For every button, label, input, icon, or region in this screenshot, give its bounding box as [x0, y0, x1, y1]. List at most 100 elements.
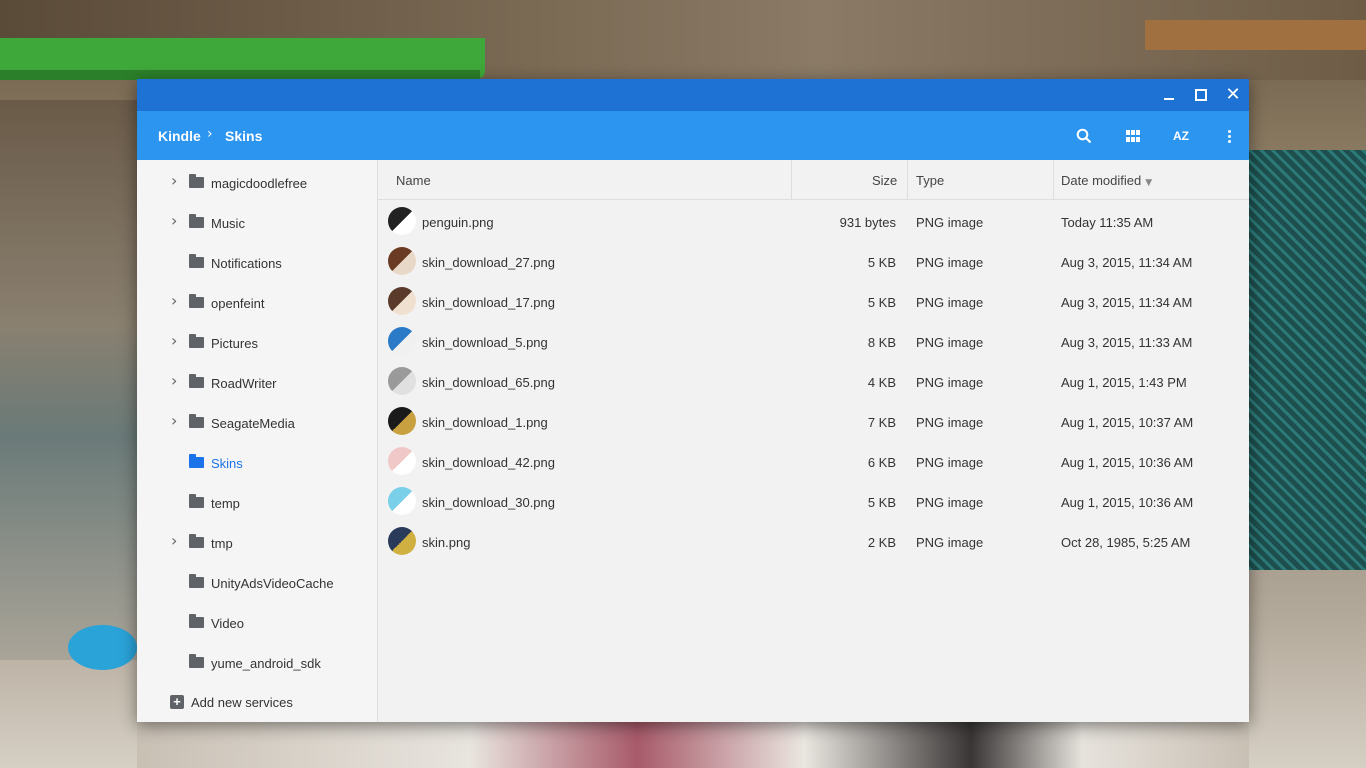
file-thumbnail: [388, 327, 416, 355]
sidebar-item-openfeint[interactable]: › openfeint: [137, 282, 377, 322]
column-divider[interactable]: [1053, 160, 1054, 199]
sidebar-item-tmp[interactable]: › tmp: [137, 522, 377, 562]
breadcrumb-skins[interactable]: Skins: [225, 128, 262, 144]
file-row[interactable]: skin_download_42.png 6 KB PNG image Aug 1, …: [378, 441, 1249, 481]
files-window: ✕ Kindle › Skins AZ › magicdoodlefree › Mus: [137, 79, 1249, 722]
expand-chevron-icon[interactable]: ›: [171, 171, 177, 190]
expand-chevron-icon[interactable]: ›: [171, 331, 177, 350]
wallpaper-left: [0, 100, 137, 660]
file-row[interactable]: penguin.png 931 bytes PNG image Today 11:35…: [378, 201, 1249, 241]
file-row[interactable]: skin_download_5.png 8 KB PNG image Aug 3, 2…: [378, 321, 1249, 361]
file-size: 2 KB: [867, 535, 896, 550]
expand-chevron-icon[interactable]: ›: [171, 291, 177, 310]
more-options-button[interactable]: [1216, 123, 1242, 149]
file-name: skin_download_42.png: [422, 455, 555, 470]
file-date: Aug 1, 2015, 10:36 AM: [1061, 455, 1194, 470]
file-row[interactable]: skin_download_1.png 7 KB PNG image Aug 1, 2…: [378, 401, 1249, 441]
minimize-icon: [1164, 98, 1174, 100]
file-row[interactable]: skin_download_65.png 4 KB PNG image Aug 1, …: [378, 361, 1249, 401]
close-icon: ✕: [1225, 84, 1241, 105]
sidebar-item-label: Notifications: [211, 256, 282, 271]
expand-chevron-icon[interactable]: ›: [171, 211, 177, 230]
file-name: skin_download_27.png: [422, 255, 555, 270]
file-size: 5 KB: [867, 255, 896, 270]
folder-icon: [189, 294, 204, 308]
column-name-header[interactable]: Name: [396, 173, 431, 188]
expand-chevron-icon[interactable]: ›: [171, 411, 177, 430]
sidebar-item-label: Video: [211, 616, 245, 631]
file-size: 7 KB: [867, 415, 896, 430]
sidebar-item-pictures[interactable]: › Pictures: [137, 322, 377, 362]
add-new-services-label: Add new services: [191, 695, 293, 710]
file-type: PNG image: [916, 455, 984, 470]
wallpaper-beam: [1145, 20, 1366, 50]
column-divider[interactable]: [791, 160, 792, 199]
folder-icon: [189, 334, 204, 348]
sidebar-item-skins[interactable]: Skins: [137, 442, 377, 482]
file-thumbnail: [388, 527, 416, 555]
file-type: PNG image: [916, 375, 984, 390]
file-date: Aug 1, 2015, 1:43 PM: [1061, 375, 1187, 390]
expand-chevron-icon[interactable]: ›: [171, 531, 177, 550]
sidebar-item-temp[interactable]: temp: [137, 482, 377, 522]
file-type: PNG image: [916, 215, 984, 230]
grid-view-icon: [1126, 130, 1140, 142]
folder-icon: [189, 494, 204, 508]
search-button[interactable]: [1071, 123, 1097, 149]
search-icon: [1076, 128, 1092, 144]
grid-view-button[interactable]: [1120, 123, 1146, 149]
file-list: Name Size Type Date modified ▼ penguin.pn…: [378, 160, 1249, 722]
column-type-header[interactable]: Type: [916, 173, 944, 188]
sidebar: › magicdoodlefree › Music Notifications › open…: [137, 160, 378, 722]
sidebar-item-video[interactable]: Video: [137, 602, 377, 642]
column-divider[interactable]: [907, 160, 908, 199]
minimize-button[interactable]: [1153, 79, 1185, 111]
title-bar[interactable]: ✕: [137, 79, 1249, 111]
toolbar: Kindle › Skins AZ: [137, 111, 1249, 160]
sidebar-item-unityadsvideocache[interactable]: UnityAdsVideoCache: [137, 562, 377, 602]
sidebar-item-music[interactable]: › Music: [137, 202, 377, 242]
sidebar-item-label: temp: [211, 496, 240, 511]
sidebar-item-seagatemedia[interactable]: › SeagateMedia: [137, 402, 377, 442]
file-name: penguin.png: [422, 215, 494, 230]
sort-button[interactable]: AZ: [1168, 123, 1194, 149]
expand-chevron-icon[interactable]: ›: [171, 371, 177, 390]
add-icon: +: [170, 695, 184, 709]
close-button[interactable]: ✕: [1217, 79, 1249, 111]
file-row[interactable]: skin_download_17.png 5 KB PNG image Aug 3, …: [378, 281, 1249, 321]
sidebar-item-label: openfeint: [211, 296, 265, 311]
sidebar-item-label: tmp: [211, 536, 233, 551]
file-name: skin_download_5.png: [422, 335, 548, 350]
column-size-header[interactable]: Size: [872, 173, 897, 188]
column-date-header[interactable]: Date modified ▼: [1061, 173, 1152, 188]
file-type: PNG image: [916, 255, 984, 270]
file-thumbnail: [388, 447, 416, 475]
sidebar-item-magicdoodlefree[interactable]: › magicdoodlefree: [137, 162, 377, 202]
sort-descending-icon: ▼: [1145, 178, 1153, 188]
sidebar-item-label: magicdoodlefree: [211, 176, 308, 191]
folder-icon: [189, 574, 204, 588]
breadcrumb-kindle[interactable]: Kindle: [158, 128, 201, 144]
folder-icon: [189, 614, 204, 628]
file-type: PNG image: [916, 295, 984, 310]
sidebar-item-notifications[interactable]: Notifications: [137, 242, 377, 282]
sidebar-item-label: SeagateMedia: [211, 416, 295, 431]
file-size: 8 KB: [867, 335, 896, 350]
file-row[interactable]: skin_download_30.png 5 KB PNG image Aug 1, …: [378, 481, 1249, 521]
wallpaper-blue-float: [68, 625, 137, 670]
sidebar-item-label: yume_android_sdk: [211, 656, 321, 671]
more-vert-icon: [1227, 129, 1231, 143]
maximize-icon: [1195, 89, 1207, 101]
file-size: 5 KB: [867, 295, 896, 310]
sidebar-item-label: UnityAdsVideoCache: [211, 576, 334, 591]
column-date-label: Date modified: [1061, 173, 1142, 188]
file-row[interactable]: skin.png 2 KB PNG image Oct 28, 1985, 5:25 …: [378, 521, 1249, 561]
file-row[interactable]: skin_download_27.png 5 KB PNG image Aug 3, …: [378, 241, 1249, 281]
folder-icon: [189, 254, 204, 268]
file-thumbnail: [388, 367, 416, 395]
sort-az-icon: AZ: [1173, 129, 1189, 143]
sidebar-item-roadwriter[interactable]: › RoadWriter: [137, 362, 377, 402]
sidebar-item-yume-android-sdk[interactable]: yume_android_sdk: [137, 642, 377, 682]
file-date: Aug 1, 2015, 10:36 AM: [1061, 495, 1194, 510]
maximize-button[interactable]: [1185, 79, 1217, 111]
